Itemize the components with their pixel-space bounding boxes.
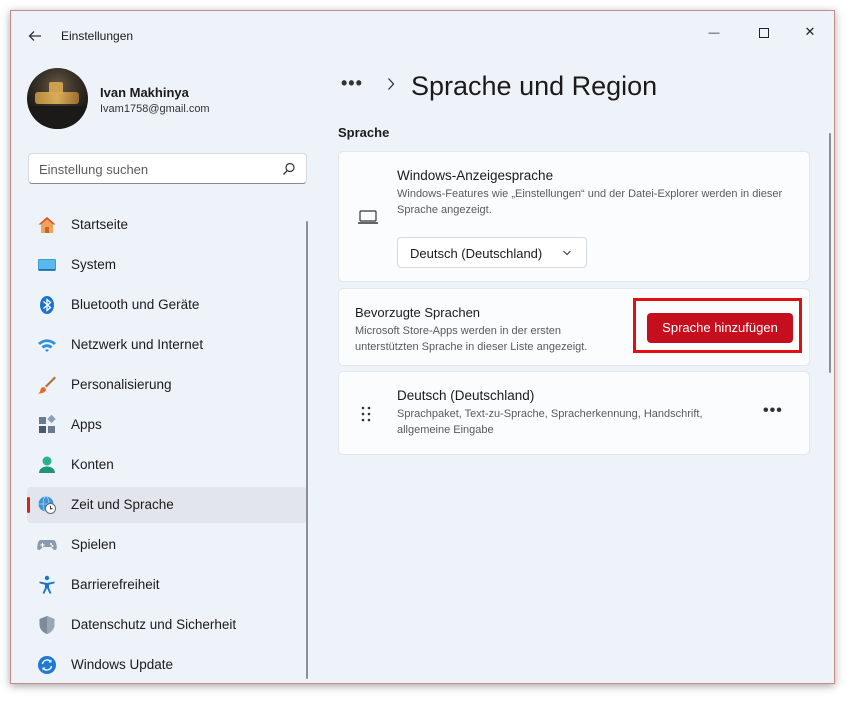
sidebar-item-bluetooth[interactable]: Bluetooth und Geräte	[27, 287, 307, 323]
minimize-button[interactable]: —	[691, 17, 737, 47]
paintbrush-icon	[38, 376, 56, 394]
sidebar-item-label: Spielen	[71, 537, 117, 552]
sidebar-item-personalisierung[interactable]: Personalisierung	[27, 367, 307, 403]
more-options-icon[interactable]: •••	[763, 402, 783, 420]
drag-handle-icon[interactable]	[359, 405, 373, 423]
sidebar-item-netzwerk[interactable]: Netzwerk und Internet	[27, 327, 307, 363]
user-email: Ivam1758@gmail.com	[100, 103, 210, 115]
bluetooth-icon	[40, 296, 54, 314]
sidebar-item-label: System	[71, 257, 117, 272]
page-title: Sprache und Region	[411, 71, 658, 101]
sidebar-scrollbar[interactable]	[306, 221, 308, 679]
gamepad-icon	[37, 540, 57, 550]
shield-icon	[39, 616, 55, 634]
chevron-right-icon	[388, 78, 395, 90]
accessibility-icon	[39, 575, 55, 594]
display-language-card: Windows-Anzeigesprache Windows-Features …	[338, 151, 810, 282]
user-name: Ivan Makhinya	[100, 85, 189, 100]
chevron-down-icon	[563, 250, 571, 256]
sidebar-item-zeit-und-sprache[interactable]: Zeit und Sprache	[27, 487, 307, 523]
sidebar-item-konten[interactable]: Konten	[27, 447, 307, 483]
sidebar-nav: Startseite System Bluetooth und Geräte N…	[27, 207, 307, 683]
sidebar-item-label: Netzwerk und Internet	[71, 337, 204, 352]
language-entry-description: Sprachpaket, Text-zu-Sprache, Spracherke…	[397, 408, 703, 436]
language-entry-title: Deutsch (Deutschland)	[397, 388, 535, 403]
display-language-dropdown[interactable]: Deutsch (Deutschland)	[397, 237, 587, 268]
sidebar-item-windows-update[interactable]: Windows Update	[27, 647, 307, 683]
update-icon	[38, 656, 56, 674]
language-list-item[interactable]: Deutsch (Deutschland) Sprachpaket, Text-…	[338, 371, 810, 455]
settings-window: Einstellungen — ✕ Ivan Makhinya Ivam1758…	[10, 10, 835, 684]
preferred-languages-title: Bevorzugte Sprachen	[355, 305, 481, 320]
app-title: Einstellungen	[61, 29, 134, 43]
close-button[interactable]: ✕	[787, 17, 833, 47]
search-icon[interactable]	[282, 162, 296, 176]
time-language-icon	[38, 496, 56, 514]
display-language-description: Windows-Features wie „Einstellungen“ und…	[397, 188, 783, 216]
maximize-button[interactable]	[741, 17, 787, 47]
sidebar-item-label: Windows Update	[71, 657, 174, 672]
title-bar: Einstellungen — ✕	[11, 11, 834, 59]
sidebar-item-label: Barrierefreiheit	[71, 577, 160, 592]
section-title: Sprache	[338, 125, 390, 140]
account-icon	[39, 456, 55, 473]
sidebar-item-startseite[interactable]: Startseite	[27, 207, 307, 243]
sidebar-item-label: Datenschutz und Sicherheit	[71, 617, 237, 632]
sidebar-item-apps[interactable]: Apps	[27, 407, 307, 443]
preferred-languages-description: Microsoft Store-Apps werden in der erste…	[355, 325, 588, 353]
sidebar-item-label: Zeit und Sprache	[71, 497, 174, 512]
home-icon	[38, 217, 56, 233]
close-icon: ✕	[804, 24, 816, 39]
display-language-selected: Deutsch (Deutschland)	[410, 246, 543, 261]
search-box[interactable]: Einstellung suchen	[28, 153, 307, 184]
breadcrumb-more-button[interactable]: •••	[341, 73, 363, 94]
sidebar-item-label: Konten	[71, 457, 114, 472]
search-input[interactable]: Einstellung suchen	[39, 162, 148, 177]
laptop-icon	[358, 210, 378, 224]
apps-icon	[39, 415, 56, 433]
sidebar-item-label: Apps	[71, 417, 102, 432]
sidebar-item-label: Personalisierung	[71, 377, 172, 392]
avatar[interactable]	[27, 68, 88, 129]
sidebar-item-label: Startseite	[71, 217, 129, 232]
main-scrollbar[interactable]	[829, 133, 831, 373]
back-arrow-icon[interactable]	[25, 26, 45, 46]
sidebar-item-system[interactable]: System	[27, 247, 307, 283]
sidebar-item-label: Bluetooth und Geräte	[71, 297, 200, 312]
sidebar-item-datenschutz[interactable]: Datenschutz und Sicherheit	[27, 607, 307, 643]
wifi-icon	[38, 339, 56, 352]
system-display-icon	[38, 259, 56, 271]
minimize-icon: —	[708, 27, 720, 39]
display-language-title: Windows-Anzeigesprache	[397, 168, 554, 183]
maximize-icon	[759, 27, 769, 38]
sidebar-item-barrierefreiheit[interactable]: Barrierefreiheit	[27, 567, 307, 603]
sidebar-item-spielen[interactable]: Spielen	[27, 527, 307, 563]
highlight-annotation	[633, 298, 802, 353]
